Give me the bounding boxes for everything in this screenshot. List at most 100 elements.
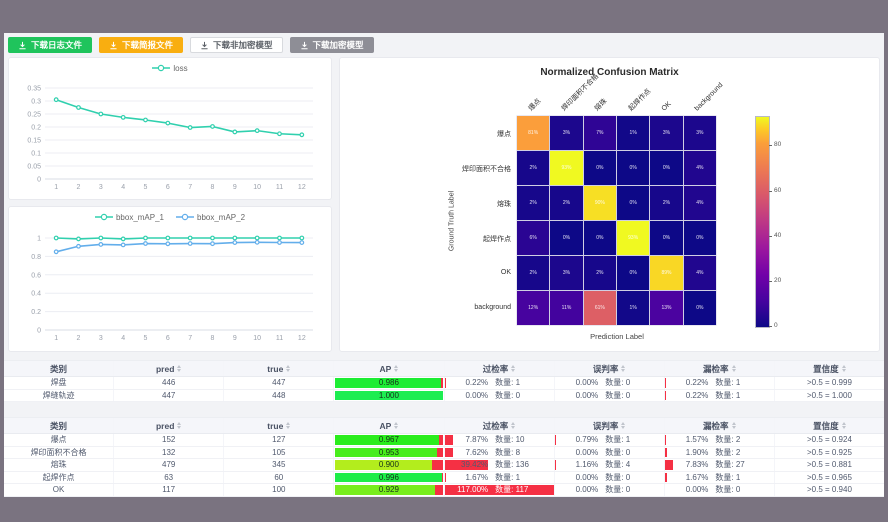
button-label: 下载加密模型	[313, 37, 364, 53]
column-header-5[interactable]: 误判率	[555, 361, 665, 376]
svg-text:0.4: 0.4	[31, 291, 41, 298]
sort-icon[interactable]	[394, 422, 398, 429]
column-header-1[interactable]: pred	[114, 418, 224, 433]
miss-detection-percent: 1.57%	[665, 435, 709, 444]
download-encrypted-model-button[interactable]: 下载加密模型	[290, 37, 374, 53]
sort-icon[interactable]	[732, 365, 736, 372]
column-header-3[interactable]: AP	[334, 418, 444, 433]
column-header-5[interactable]: 误判率	[555, 418, 665, 433]
sort-icon[interactable]	[511, 365, 515, 372]
download-icon	[200, 41, 209, 50]
sort-icon[interactable]	[842, 422, 846, 429]
svg-text:0.2: 0.2	[31, 309, 41, 316]
table-row: 焊印面积不合格1321050.9537.62%数量: 80.00%数量: 01.…	[4, 447, 884, 460]
column-header-label: AP	[380, 364, 392, 374]
summary-metrics-table: 类别predtrueAP过检率误判率漏检率置信度焊盘4464470.9860.2…	[4, 360, 884, 402]
column-header-4[interactable]: 过检率	[445, 418, 555, 433]
column-header-label: 类别	[50, 420, 67, 432]
sort-icon[interactable]	[842, 365, 846, 372]
sort-icon[interactable]	[621, 422, 625, 429]
legend-item-loss[interactable]: loss	[152, 64, 187, 73]
column-header-2[interactable]: true	[224, 418, 334, 433]
cell-true: 447	[224, 377, 334, 389]
download-log-button[interactable]: 下载日志文件	[8, 37, 92, 53]
column-header-2[interactable]: true	[224, 361, 334, 376]
cell-ap: 0.967	[334, 434, 444, 446]
over-detection-count: 数量: 1	[495, 377, 520, 388]
svg-text:6: 6	[166, 335, 170, 342]
cell-over-detection: 39.42%数量: 136	[445, 459, 555, 471]
misjudge-count: 数量: 0	[605, 472, 630, 483]
colorbar	[755, 116, 770, 328]
matrix-cell: 12%	[517, 291, 549, 325]
matrix-cell: 0%	[684, 221, 716, 255]
column-header-0: 类别	[4, 361, 114, 376]
column-header-0: 类别	[4, 418, 114, 433]
column-header-label: 置信度	[813, 420, 839, 432]
cell-true: 127	[224, 434, 334, 446]
sort-icon[interactable]	[511, 422, 515, 429]
cell-category: 爆点	[4, 434, 114, 446]
table-row: 起焊作点63600.9961.67%数量: 10.00%数量: 01.67%数量…	[4, 472, 884, 485]
svg-text:9: 9	[233, 184, 237, 191]
svg-text:0: 0	[37, 177, 41, 184]
column-header-label: 过检率	[483, 420, 509, 432]
colorbar-tick	[769, 145, 772, 146]
svg-text:0.35: 0.35	[27, 86, 41, 93]
dashboard-content: 下载日志文件下载简报文件下载非加密模型下载加密模型 loss 00.050.10…	[4, 33, 884, 489]
sort-icon[interactable]	[286, 365, 290, 372]
left-column: loss 00.050.10.150.20.250.30.35123456789…	[8, 57, 332, 352]
svg-text:0.1: 0.1	[31, 151, 41, 158]
column-header-label: true	[267, 364, 283, 374]
loss-chart-legend: loss	[9, 58, 331, 78]
sort-icon[interactable]	[177, 365, 181, 372]
column-header-7[interactable]: 置信度	[775, 418, 884, 433]
sort-icon[interactable]	[394, 365, 398, 372]
column-header-6[interactable]: 漏检率	[665, 418, 775, 433]
miss-detection-count: 数量: 27	[715, 459, 744, 470]
column-header-6[interactable]: 漏检率	[665, 361, 775, 376]
column-header-label: 过检率	[483, 363, 509, 375]
matrix-cell: 2%	[517, 186, 549, 220]
over-detection-percent: 0.22%	[445, 378, 489, 387]
download-unencrypted-model-button[interactable]: 下载非加密模型	[190, 37, 283, 53]
table-row: OK1171000.929117.00%数量: 1170.00%数量: 00.0…	[4, 484, 884, 497]
sort-icon[interactable]	[177, 422, 181, 429]
matrix-cell: 81%	[517, 116, 549, 150]
loss-chart: 00.050.10.150.20.250.30.3512345678910111…	[15, 78, 325, 194]
sort-icon[interactable]	[286, 422, 290, 429]
table-row: 熔珠4793450.90039.42%数量: 1361.16%数量: 47.83…	[4, 459, 884, 472]
column-header-1[interactable]: pred	[114, 361, 224, 376]
legend-item-bbox_mAP_2[interactable]: bbox_mAP_2	[176, 213, 245, 222]
miss-detection-count: 数量: 1	[715, 472, 740, 483]
legend-label: loss	[173, 64, 187, 73]
column-header-7[interactable]: 置信度	[775, 361, 884, 376]
cell-over-detection: 117.00%数量: 117	[445, 484, 555, 496]
misjudge-count: 数量: 0	[605, 390, 630, 401]
download-report-button[interactable]: 下载简报文件	[99, 37, 183, 53]
matrix-x-axis-label: Prediction Label	[517, 332, 717, 341]
over-detection-count: 数量: 1	[495, 472, 520, 483]
cell-ap: 1.000	[334, 390, 444, 402]
matrix-column-label: 爆点	[527, 97, 544, 114]
ap-value: 0.967	[379, 435, 399, 444]
column-header-label: 置信度	[813, 363, 839, 375]
sort-icon[interactable]	[621, 365, 625, 372]
cell-pred: 447	[114, 390, 224, 402]
svg-text:12: 12	[298, 335, 306, 342]
miss-detection-count: 数量: 2	[715, 434, 740, 445]
matrix-cell: 3%	[550, 256, 582, 290]
legend-item-bbox_mAP_1[interactable]: bbox_mAP_1	[95, 213, 164, 222]
miss-detection-count: 数量: 1	[715, 390, 740, 401]
charts-area: loss 00.050.10.150.20.250.30.35123456789…	[4, 57, 884, 352]
legend-label: bbox_mAP_1	[116, 213, 164, 222]
sort-icon[interactable]	[732, 422, 736, 429]
matrix-cell: 93%	[550, 151, 582, 185]
cell-confidence: >0.5 = 0.924	[775, 434, 884, 446]
column-header-3[interactable]: AP	[334, 361, 444, 376]
cell-misjudge: 0.79%数量: 1	[555, 434, 665, 446]
column-header-4[interactable]: 过检率	[445, 361, 555, 376]
matrix-cell: 93%	[617, 221, 649, 255]
ap-value: 0.929	[379, 485, 399, 494]
column-header-label: 漏检率	[703, 363, 729, 375]
